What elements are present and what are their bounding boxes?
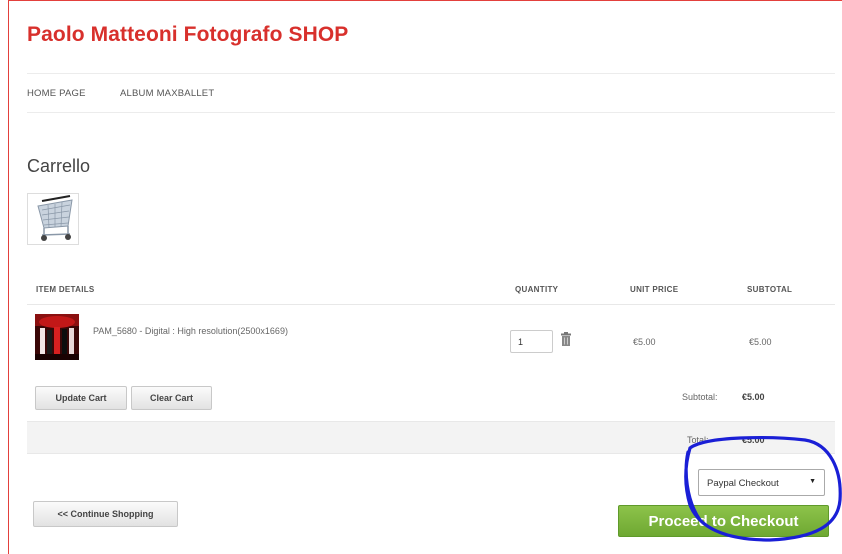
page: Paolo Matteoni Fotografo SHOP HOME PAGE …: [8, 0, 842, 554]
main-nav: HOME PAGE ALBUM MAXBALLET: [27, 73, 835, 113]
nav-item-album-maxballet[interactable]: ALBUM MAXBALLET: [120, 88, 214, 99]
dropdown-arrow-icon: ▼: [809, 478, 816, 485]
header-subtotal: SUBTOTAL: [747, 285, 793, 294]
cart-table-header: ITEM DETAILS QUANTITY UNIT PRICE SUBTOTA…: [27, 273, 835, 305]
proceed-to-checkout-button[interactable]: Proceed to Checkout: [618, 505, 829, 537]
quantity-input[interactable]: 1: [510, 330, 553, 353]
item-thumbnail[interactable]: [35, 314, 79, 360]
subtotal-label: Subtotal:: [682, 392, 718, 402]
update-cart-button[interactable]: Update Cart: [35, 386, 127, 410]
row-subtotal: €5.00: [749, 337, 772, 347]
page-title: Carrello: [27, 156, 91, 176]
header-item-details: ITEM DETAILS: [36, 285, 95, 294]
total-label: Total:: [687, 435, 709, 445]
shopping-cart-icon: [27, 193, 79, 245]
subtotal-value: €5.00: [742, 392, 765, 402]
checkout-method-select[interactable]: Paypal Checkout ▼: [698, 469, 825, 496]
continue-shopping-button[interactable]: << Continue Shopping: [33, 501, 178, 527]
total-value: €5.00: [742, 435, 765, 445]
total-row: [27, 421, 835, 454]
header-unit-price: UNIT PRICE: [630, 285, 679, 294]
site-title[interactable]: Paolo Matteoni Fotografo SHOP: [27, 23, 348, 47]
checkout-method-value: Paypal Checkout: [707, 478, 779, 489]
item-name[interactable]: PAM_5680 - Digital : High resolution(250…: [93, 326, 288, 336]
table-row: PAM_5680 - Digital : High resolution(250…: [27, 306, 835, 374]
clear-cart-button[interactable]: Clear Cart: [131, 386, 212, 410]
nav-item-home[interactable]: HOME PAGE: [27, 88, 86, 99]
unit-price: €5.00: [633, 337, 656, 347]
header-quantity: QUANTITY: [515, 285, 559, 294]
trash-icon[interactable]: [560, 332, 572, 346]
